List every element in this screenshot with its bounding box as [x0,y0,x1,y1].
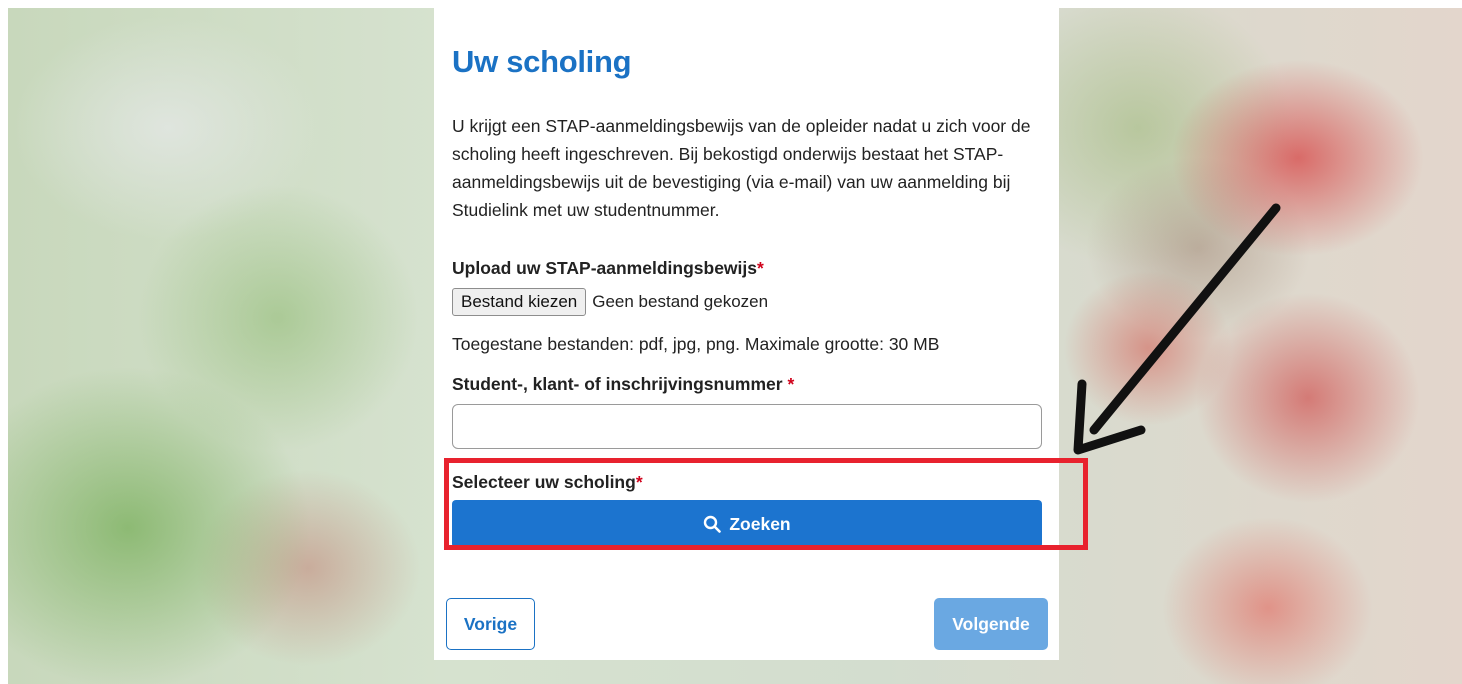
file-status: Geen bestand gekozen [592,292,769,311]
upload-label: Upload uw STAP-aanmeldingsbewijs [452,258,757,278]
highlight-box [444,458,1088,550]
student-number-label: Student-, klant- of inschrijvingsnummer [452,374,788,394]
file-upload: Bestand kiezen Geen bestand gekozen [452,288,768,316]
required-mark: * [787,374,795,394]
page-title: Uw scholing [452,44,632,79]
student-number-label-group: Student-, klant- of inschrijvingsnummer … [452,374,794,395]
form-panel: Uw scholing U krijgt een STAP-aanmelding… [434,8,1059,660]
previous-button[interactable]: Vorige [446,598,535,650]
student-number-input[interactable] [452,404,1042,449]
required-mark: * [757,258,764,278]
upload-label-group: Upload uw STAP-aanmeldingsbewijs* [452,258,764,279]
next-button[interactable]: Volgende [934,598,1048,650]
choose-file-button[interactable]: Bestand kiezen [452,288,587,316]
file-hint: Toegestane bestanden: pdf, jpg, png. Max… [452,334,940,354]
intro-text: U krijgt een STAP-aanmeldingsbewijs van … [452,116,1031,220]
